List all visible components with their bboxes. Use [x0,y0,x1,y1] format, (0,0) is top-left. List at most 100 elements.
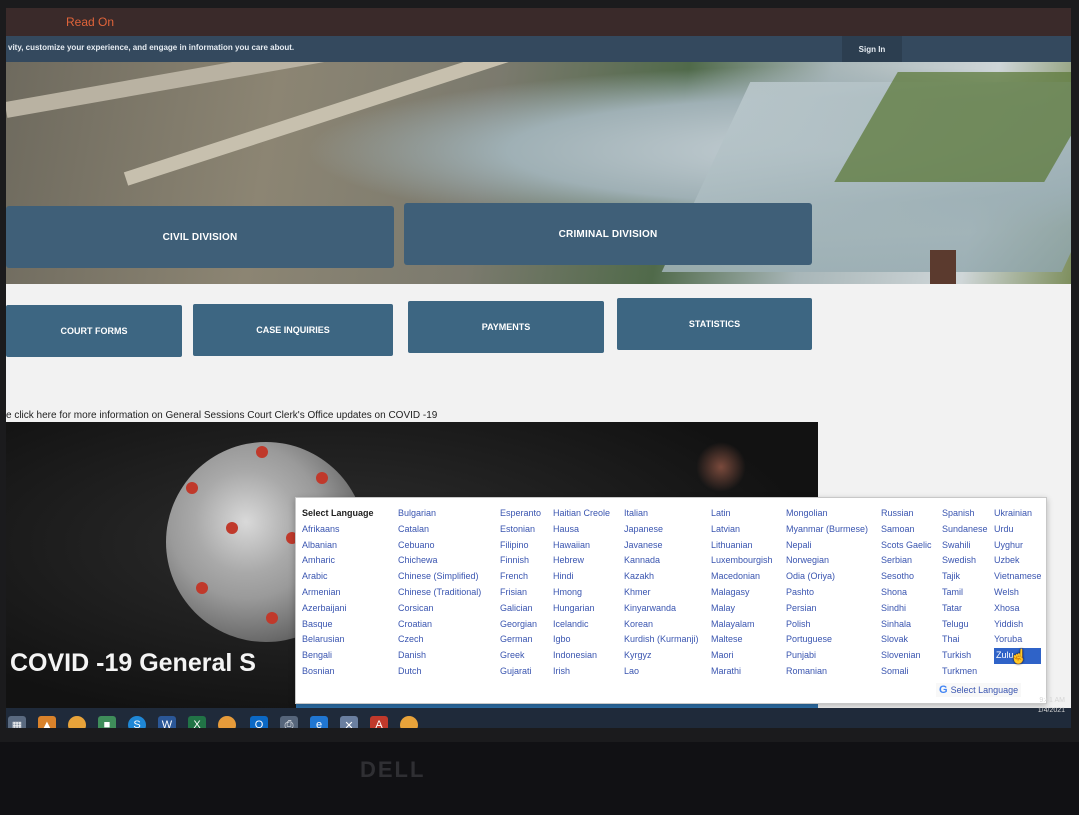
language-option[interactable]: Macedonian [711,569,773,585]
language-option[interactable]: Tajik [942,569,988,585]
language-option[interactable]: Maori [711,648,773,664]
language-option[interactable]: French [500,569,541,585]
language-option[interactable]: Slovak [881,632,932,648]
language-option[interactable]: Tatar [942,601,988,617]
printer-icon[interactable]: ⎙ [280,716,298,728]
outlook-icon[interactable]: O [250,716,268,728]
language-option[interactable]: Kyrgyz [624,648,699,664]
language-option[interactable]: Uyghur [994,538,1041,554]
language-option[interactable]: Hausa [553,522,610,538]
language-option[interactable]: Chichewa [398,553,481,569]
language-option[interactable]: Khmer [624,585,699,601]
acrobat-icon[interactable]: A [370,716,388,728]
language-option[interactable]: Odia (Oriya) [786,569,868,585]
language-option[interactable]: Swedish [942,553,988,569]
language-option[interactable]: Xhosa [994,601,1041,617]
language-option[interactable]: Hebrew [553,553,610,569]
edge-icon[interactable]: e [310,716,328,728]
civil-division-button[interactable]: CIVIL DIVISION [6,206,394,268]
language-option[interactable]: Myanmar (Burmese) [786,522,868,538]
language-option[interactable]: Georgian [500,617,541,633]
language-option[interactable]: Somali [881,664,932,680]
language-option[interactable]: Estonian [500,522,541,538]
language-option[interactable]: Azerbaijani [302,601,374,617]
language-dropdown[interactable]: Select Language Afrikaans Albanian Amhar… [295,497,1047,704]
word-icon[interactable]: W [158,716,176,728]
language-option[interactable]: Albanian [302,538,374,554]
language-option[interactable]: Bosnian [302,664,374,680]
language-option[interactable]: Finnish [500,553,541,569]
language-option[interactable]: Lithuanian [711,538,773,554]
vlc-icon[interactable]: ▲ [38,716,56,728]
language-option[interactable]: Cebuano [398,538,481,554]
language-option[interactable]: Pashto [786,585,868,601]
language-option[interactable]: Welsh [994,585,1041,601]
language-option[interactable]: Romanian [786,664,868,680]
language-option[interactable]: Kurdish (Kurmanji) [624,632,699,648]
language-option[interactable]: Samoan [881,522,932,538]
skype-icon[interactable]: S [128,716,146,728]
language-option[interactable]: Russian [881,506,932,522]
task-view-icon[interactable]: ▦ [8,716,26,728]
language-option[interactable]: Hmong [553,585,610,601]
network-icon[interactable]: ✕ [340,716,358,728]
language-option[interactable]: Sesotho [881,569,932,585]
language-option[interactable]: Portuguese [786,632,868,648]
language-option[interactable]: Latvian [711,522,773,538]
language-option[interactable]: Nepali [786,538,868,554]
language-option[interactable]: Sindhi [881,601,932,617]
language-option[interactable]: Dutch [398,664,481,680]
language-option[interactable]: Japanese [624,522,699,538]
language-option[interactable]: Filipino [500,538,541,554]
language-option[interactable]: Turkmen [942,664,988,680]
language-option[interactable]: Telugu [942,617,988,633]
google-translate-widget[interactable]: G Select Language [936,683,1022,697]
language-option[interactable]: Igbo [553,632,610,648]
language-option[interactable]: Marathi [711,664,773,680]
language-option[interactable]: Danish [398,648,481,664]
covid-info-link[interactable]: e click here for more information on Gen… [6,410,437,421]
language-option[interactable]: Bengali [302,648,374,664]
language-option[interactable]: Irish [553,664,610,680]
language-option[interactable]: Thai [942,632,988,648]
language-option[interactable]: Catalan [398,522,481,538]
language-option[interactable]: Basque [302,617,374,633]
language-option[interactable]: Lao [624,664,699,680]
sign-in-button[interactable]: Sign In [842,36,902,62]
language-option[interactable]: Hindi [553,569,610,585]
statistics-button[interactable]: STATISTICS [617,298,812,350]
language-option[interactable]: Chinese (Simplified) [398,569,481,585]
language-option[interactable]: Esperanto [500,506,541,522]
language-option[interactable]: German [500,632,541,648]
language-option[interactable]: Norwegian [786,553,868,569]
language-option[interactable]: Urdu [994,522,1041,538]
language-option[interactable]: Yoruba [994,632,1041,648]
language-option[interactable]: Select Language [302,506,374,522]
language-option[interactable]: Vietnamese [994,569,1041,585]
language-option[interactable]: Polish [786,617,868,633]
language-option[interactable]: Punjabi [786,648,868,664]
language-option[interactable]: Malay [711,601,773,617]
language-option[interactable]: Haitian Creole [553,506,610,522]
language-option[interactable]: Swahili [942,538,988,554]
app-icon[interactable]: ■ [98,716,116,728]
firefox-icon[interactable] [218,716,236,728]
excel-icon[interactable]: X [188,716,206,728]
chrome-active-icon[interactable] [400,716,418,728]
criminal-division-button[interactable]: CRIMINAL DIVISION [404,203,812,265]
language-option[interactable]: Sinhala [881,617,932,633]
language-option[interactable]: Armenian [302,585,374,601]
language-option[interactable]: Javanese [624,538,699,554]
language-option[interactable]: Croatian [398,617,481,633]
language-option[interactable]: Tamil [942,585,988,601]
language-option[interactable]: Ukrainian [994,506,1041,522]
language-option[interactable]: Corsican [398,601,481,617]
language-option[interactable]: Persian [786,601,868,617]
language-option[interactable]: Kinyarwanda [624,601,699,617]
language-option[interactable]: Kannada [624,553,699,569]
language-option[interactable]: Galician [500,601,541,617]
language-option[interactable]: Indonesian [553,648,610,664]
language-option[interactable]: Hawaiian [553,538,610,554]
case-inquiries-button[interactable]: CASE INQUIRIES [193,304,393,356]
payments-button[interactable]: PAYMENTS [408,301,604,353]
